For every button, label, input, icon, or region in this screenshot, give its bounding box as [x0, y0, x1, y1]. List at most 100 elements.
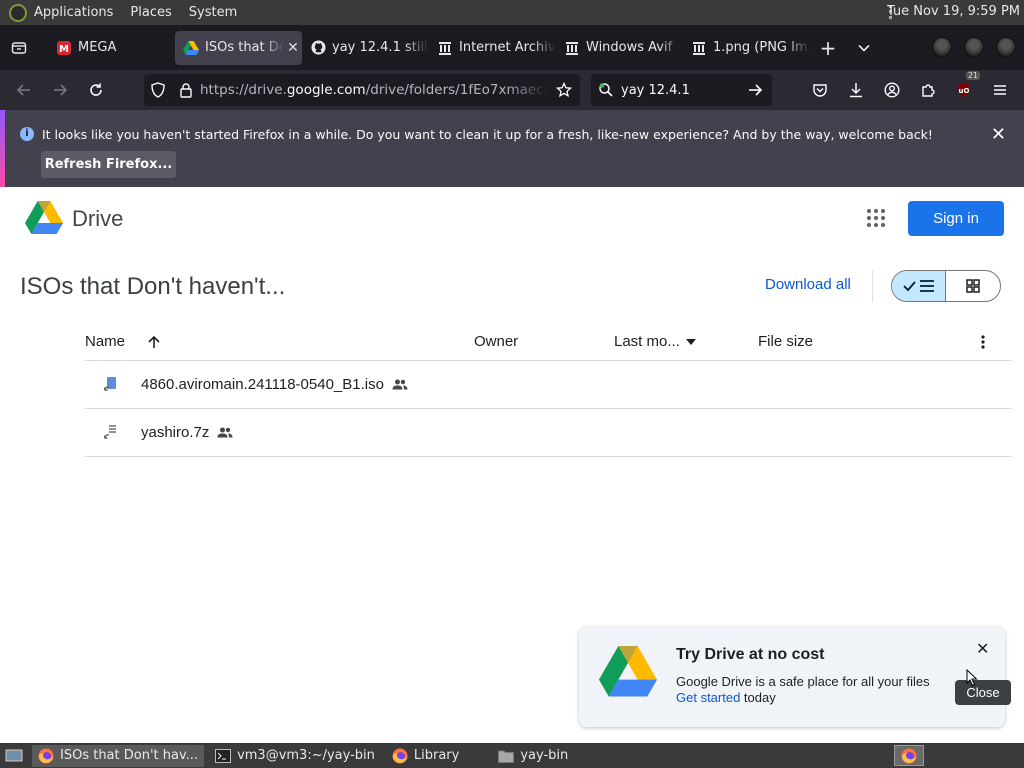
extensions-button[interactable]: [910, 74, 946, 106]
try-drive-promo: Try Drive at no cost Google Drive is a s…: [579, 627, 1005, 727]
sign-in-button[interactable]: Sign in: [908, 201, 1004, 236]
distro-logo-icon[interactable]: [9, 3, 27, 22]
column-file-size[interactable]: File size: [758, 333, 813, 350]
puzzle-icon: [922, 84, 935, 97]
downloads-button[interactable]: [838, 74, 874, 106]
app-menu-button[interactable]: [982, 74, 1018, 106]
view-toggle: [891, 270, 1001, 302]
promo-text: Google Drive is a safe place for all you…: [676, 674, 930, 689]
menu-places[interactable]: Places: [130, 5, 171, 20]
google-drive-icon: [25, 201, 63, 234]
refresh-firefox-button[interactable]: Refresh Firefox...: [41, 151, 176, 178]
show-desktop-button[interactable]: [2, 746, 26, 766]
file-name: 4860.aviromain.241118-0540_B1.iso: [141, 376, 408, 394]
tab-title: MEGA: [78, 40, 117, 55]
sort-dropdown-icon: [685, 338, 696, 345]
url-bar[interactable]: https://drive.google.com/drive/folders/1…: [144, 74, 580, 106]
tab-png-image[interactable]: 1.png (PNG Image: [683, 31, 810, 65]
notification-message: It looks like you haven't started Firefo…: [42, 127, 933, 142]
list-view-button[interactable]: [892, 271, 947, 301]
file-list-header: Name Owner Last mo... File size: [85, 324, 1012, 361]
google-drive-icon: [598, 646, 658, 701]
file-list: Name Owner Last mo... File size 4860.avi…: [85, 324, 1012, 457]
tab-github[interactable]: yay 12.4.1 still: [302, 31, 429, 65]
close-notification-icon[interactable]: ✕: [991, 124, 1006, 145]
table-row[interactable]: yashiro.7z: [85, 409, 1012, 457]
arrow-right-icon: [749, 84, 763, 96]
ublock-icon: uO: [958, 83, 970, 97]
promo-description: Google Drive is a safe place for all you…: [676, 674, 930, 706]
shared-people-icon: [392, 377, 408, 394]
toolbar-right: uO 21: [802, 71, 1018, 106]
maximize-button[interactable]: [964, 37, 984, 57]
promo-title: Try Drive at no cost: [676, 646, 825, 663]
sort-arrow-up-icon[interactable]: [147, 335, 161, 349]
tab-title: yay 12.4.1 still: [332, 40, 428, 55]
google-apps-button[interactable]: [866, 208, 886, 232]
search-bar[interactable]: [591, 74, 772, 106]
taskbar-item-library[interactable]: Library: [386, 745, 465, 767]
google-drive-logo[interactable]: [25, 201, 63, 239]
column-owner[interactable]: Owner: [474, 333, 518, 350]
notification-bar: i It looks like you haven't started Fire…: [0, 110, 1024, 187]
workspace-switcher[interactable]: [894, 745, 924, 766]
column-name[interactable]: Name: [85, 333, 161, 350]
reload-button[interactable]: [78, 74, 114, 106]
tab-mega[interactable]: M MEGA: [48, 31, 175, 65]
close-window-button[interactable]: [996, 37, 1016, 57]
download-all-link[interactable]: Download all: [765, 276, 851, 293]
tab-google-drive[interactable]: ISOs that Don't haven't ✕: [175, 30, 302, 65]
taskbar-item-firefox-drive[interactable]: ISOs that Don't hav...: [32, 744, 205, 767]
ublock-button[interactable]: uO 21: [946, 71, 982, 106]
more-options-icon[interactable]: [981, 335, 985, 349]
minimize-button[interactable]: [932, 37, 952, 57]
back-button[interactable]: [6, 74, 42, 106]
close-promo-icon[interactable]: ✕: [976, 639, 989, 659]
close-tab-icon[interactable]: ✕: [284, 40, 302, 56]
tab-windows-avif[interactable]: Windows Avif: [556, 31, 683, 65]
search-input[interactable]: [621, 82, 738, 98]
shield-icon[interactable]: [144, 82, 172, 98]
taskbar-item-label: yay-bin: [520, 748, 569, 763]
pocket-button[interactable]: [802, 74, 838, 106]
grid-icon: [966, 279, 980, 293]
mouse-cursor-icon: [966, 669, 978, 687]
arrow-left-icon: [16, 84, 30, 96]
firefox-icon: [901, 748, 917, 763]
forward-button[interactable]: [42, 74, 78, 106]
new-tab-button[interactable]: +: [810, 31, 846, 65]
internet-archive-icon: [691, 40, 707, 56]
desktop-icon: [5, 749, 23, 761]
tab-internet-archive[interactable]: Internet Archive: [429, 31, 556, 65]
clock[interactable]: Tue Nov 19, 9:59 PM: [887, 4, 1020, 19]
table-row[interactable]: 4860.aviromain.241118-0540_B1.iso: [85, 361, 1012, 409]
folder-title: ISOs that Don't haven't...: [20, 273, 286, 300]
search-go-button[interactable]: [738, 82, 772, 98]
drive-app-name[interactable]: Drive: [72, 206, 123, 232]
grid-view-button[interactable]: [946, 271, 1000, 301]
taskbar-item-label: vm3@vm3:~/yay-bin: [237, 748, 375, 763]
lock-icon[interactable]: [172, 82, 200, 98]
svg-text:M: M: [59, 44, 69, 55]
account-button[interactable]: [874, 74, 910, 106]
window-controls: [932, 37, 1016, 57]
url-prefix: https://drive.: [200, 82, 287, 98]
firefox-view-button[interactable]: [0, 25, 38, 70]
tab-title: Internet Archive: [459, 40, 556, 55]
get-started-link[interactable]: Get started: [676, 690, 740, 705]
bookmark-star-icon[interactable]: [548, 82, 580, 98]
list-all-tabs-button[interactable]: [846, 31, 882, 65]
tab-title: ISOs that Don't haven't: [205, 40, 284, 55]
url-text[interactable]: https://drive.google.com/drive/folders/1…: [200, 82, 548, 98]
navigation-toolbar: https://drive.google.com/drive/folders/1…: [0, 70, 1024, 110]
menu-system[interactable]: System: [189, 5, 237, 20]
search-engine-icon[interactable]: [591, 82, 621, 98]
taskbar-item-terminal[interactable]: vm3@vm3:~/yay-bin: [209, 745, 381, 767]
arrow-right-icon: [54, 84, 68, 96]
taskbar: ISOs that Don't hav... vm3@vm3:~/yay-bin…: [0, 743, 1024, 768]
taskbar-item-yay-bin[interactable]: yay-bin: [492, 745, 574, 767]
firefox-icon: [392, 748, 408, 764]
column-last-modified[interactable]: Last mo...: [614, 333, 696, 350]
menu-applications[interactable]: Applications: [34, 5, 113, 20]
github-icon: [310, 40, 326, 56]
